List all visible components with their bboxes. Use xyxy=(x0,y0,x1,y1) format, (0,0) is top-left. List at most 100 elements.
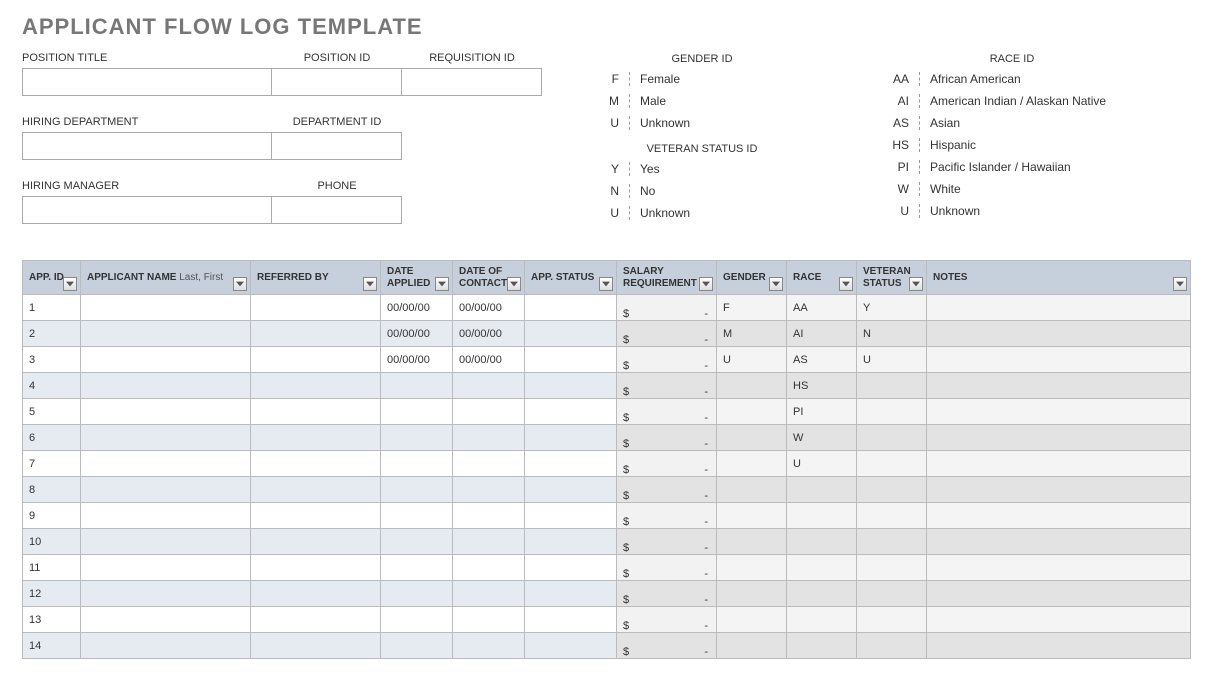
cell-referred-by[interactable] xyxy=(251,347,381,373)
cell-date-contact[interactable] xyxy=(453,581,525,607)
cell-race[interactable] xyxy=(787,633,857,659)
cell-veteran[interactable] xyxy=(857,425,927,451)
cell-date-contact[interactable] xyxy=(453,503,525,529)
input-position-id[interactable] xyxy=(272,68,402,96)
cell-salary[interactable]: $- xyxy=(617,321,717,347)
cell-applicant-name[interactable] xyxy=(81,399,251,425)
cell-gender[interactable] xyxy=(717,373,787,399)
cell-race[interactable] xyxy=(787,503,857,529)
cell-veteran[interactable] xyxy=(857,503,927,529)
cell-race[interactable] xyxy=(787,555,857,581)
cell-app-status[interactable] xyxy=(525,373,617,399)
cell-app-status[interactable] xyxy=(525,555,617,581)
cell-referred-by[interactable] xyxy=(251,451,381,477)
cell-referred-by[interactable] xyxy=(251,555,381,581)
cell-referred-by[interactable] xyxy=(251,373,381,399)
cell-gender[interactable] xyxy=(717,607,787,633)
cell-app-status[interactable] xyxy=(525,399,617,425)
cell-salary[interactable]: $- xyxy=(617,451,717,477)
cell-date-applied[interactable] xyxy=(381,477,453,503)
cell-date-applied[interactable]: 00/00/00 xyxy=(381,295,453,321)
cell-gender[interactable] xyxy=(717,503,787,529)
cell-gender[interactable] xyxy=(717,555,787,581)
cell-salary[interactable]: $- xyxy=(617,477,717,503)
cell-notes[interactable] xyxy=(927,347,1191,373)
cell-referred-by[interactable] xyxy=(251,425,381,451)
input-hiring-manager[interactable] xyxy=(22,196,272,224)
cell-applicant-name[interactable] xyxy=(81,633,251,659)
cell-veteran[interactable] xyxy=(857,477,927,503)
filter-icon[interactable] xyxy=(599,277,613,291)
cell-app-status[interactable] xyxy=(525,477,617,503)
cell-veteran[interactable] xyxy=(857,373,927,399)
cell-veteran[interactable]: Y xyxy=(857,295,927,321)
cell-referred-by[interactable] xyxy=(251,321,381,347)
cell-app-id[interactable]: 9 xyxy=(23,503,81,529)
cell-race[interactable] xyxy=(787,529,857,555)
cell-veteran[interactable] xyxy=(857,399,927,425)
cell-date-applied[interactable] xyxy=(381,451,453,477)
cell-race[interactable] xyxy=(787,477,857,503)
cell-notes[interactable] xyxy=(927,295,1191,321)
cell-salary[interactable]: $- xyxy=(617,555,717,581)
cell-veteran[interactable] xyxy=(857,529,927,555)
cell-app-status[interactable] xyxy=(525,321,617,347)
cell-gender[interactable] xyxy=(717,477,787,503)
cell-salary[interactable]: $- xyxy=(617,529,717,555)
cell-date-contact[interactable] xyxy=(453,477,525,503)
cell-applicant-name[interactable] xyxy=(81,373,251,399)
cell-applicant-name[interactable] xyxy=(81,347,251,373)
cell-race[interactable]: PI xyxy=(787,399,857,425)
input-position-title[interactable] xyxy=(22,68,272,96)
cell-date-applied[interactable] xyxy=(381,555,453,581)
cell-date-contact[interactable] xyxy=(453,399,525,425)
cell-date-applied[interactable]: 00/00/00 xyxy=(381,321,453,347)
cell-notes[interactable] xyxy=(927,555,1191,581)
cell-app-status[interactable] xyxy=(525,347,617,373)
cell-date-contact[interactable] xyxy=(453,607,525,633)
cell-app-status[interactable] xyxy=(525,529,617,555)
cell-app-id[interactable]: 13 xyxy=(23,607,81,633)
cell-referred-by[interactable] xyxy=(251,295,381,321)
cell-notes[interactable] xyxy=(927,477,1191,503)
cell-applicant-name[interactable] xyxy=(81,425,251,451)
cell-date-contact[interactable] xyxy=(453,425,525,451)
cell-date-contact[interactable] xyxy=(453,373,525,399)
cell-app-status[interactable] xyxy=(525,607,617,633)
cell-date-contact[interactable] xyxy=(453,555,525,581)
cell-referred-by[interactable] xyxy=(251,477,381,503)
cell-date-applied[interactable] xyxy=(381,529,453,555)
cell-applicant-name[interactable] xyxy=(81,581,251,607)
cell-date-applied[interactable] xyxy=(381,373,453,399)
cell-date-applied[interactable]: 00/00/00 xyxy=(381,347,453,373)
cell-app-id[interactable]: 8 xyxy=(23,477,81,503)
cell-veteran[interactable] xyxy=(857,607,927,633)
filter-icon[interactable] xyxy=(699,277,713,291)
cell-app-id[interactable]: 7 xyxy=(23,451,81,477)
cell-applicant-name[interactable] xyxy=(81,321,251,347)
cell-referred-by[interactable] xyxy=(251,633,381,659)
cell-referred-by[interactable] xyxy=(251,503,381,529)
cell-notes[interactable] xyxy=(927,373,1191,399)
cell-date-contact[interactable] xyxy=(453,451,525,477)
cell-race[interactable]: W xyxy=(787,425,857,451)
cell-applicant-name[interactable] xyxy=(81,503,251,529)
cell-salary[interactable]: $- xyxy=(617,633,717,659)
cell-app-id[interactable]: 14 xyxy=(23,633,81,659)
cell-gender[interactable]: F xyxy=(717,295,787,321)
cell-salary[interactable]: $- xyxy=(617,347,717,373)
filter-icon[interactable] xyxy=(1173,277,1187,291)
cell-applicant-name[interactable] xyxy=(81,477,251,503)
filter-icon[interactable] xyxy=(363,277,377,291)
cell-gender[interactable] xyxy=(717,451,787,477)
cell-app-status[interactable] xyxy=(525,581,617,607)
cell-app-id[interactable]: 1 xyxy=(23,295,81,321)
cell-salary[interactable]: $- xyxy=(617,581,717,607)
cell-notes[interactable] xyxy=(927,503,1191,529)
filter-icon[interactable] xyxy=(233,277,247,291)
cell-app-status[interactable] xyxy=(525,451,617,477)
cell-app-id[interactable]: 6 xyxy=(23,425,81,451)
cell-date-applied[interactable] xyxy=(381,425,453,451)
input-department-id[interactable] xyxy=(272,132,402,160)
cell-veteran[interactable] xyxy=(857,633,927,659)
